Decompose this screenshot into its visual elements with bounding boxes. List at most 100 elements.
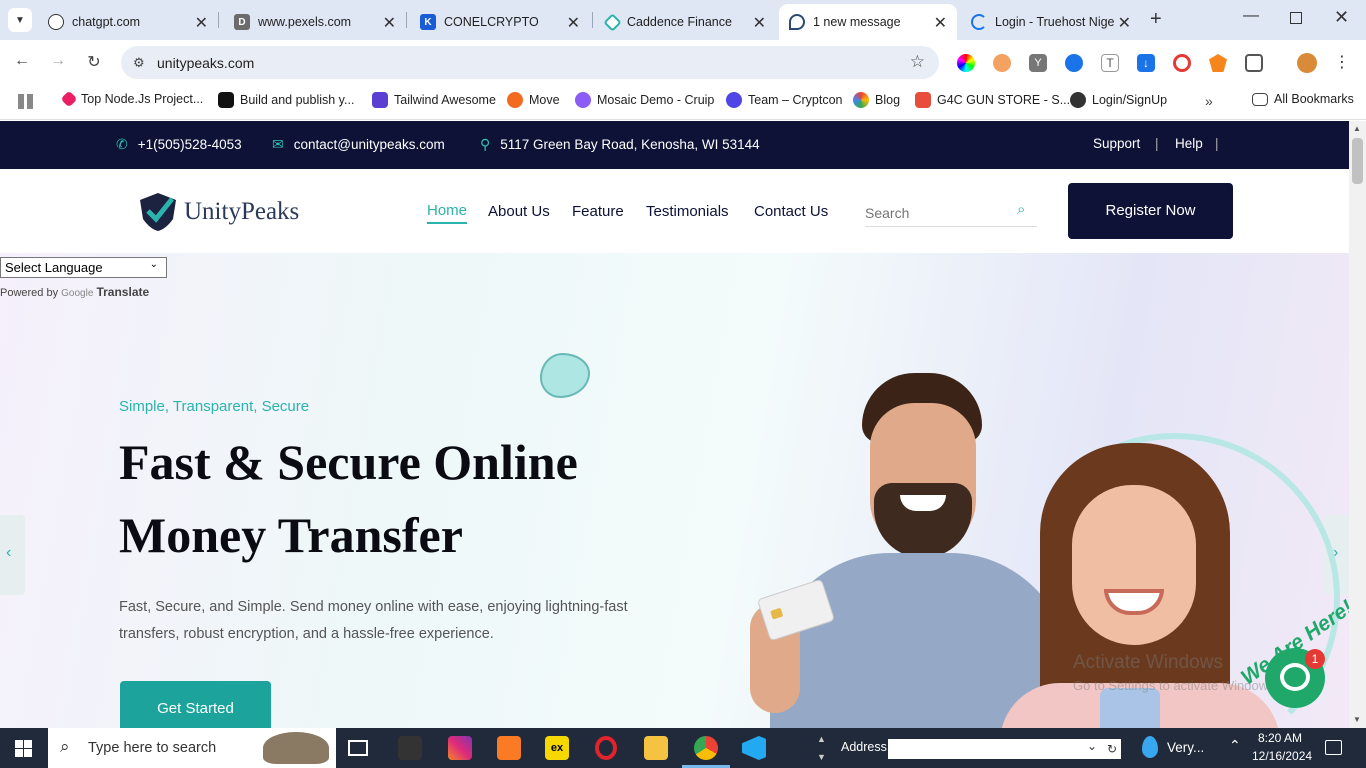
- nav-contact-us[interactable]: Contact Us: [754, 203, 828, 220]
- task-view-icon[interactable]: [348, 740, 368, 756]
- toolbar-scroll-arrows[interactable]: ▲ ▼: [817, 730, 826, 766]
- color-wheel-extension-icon[interactable]: [957, 54, 975, 72]
- tab-search-button[interactable]: ▼: [8, 8, 32, 32]
- y-extension-icon[interactable]: Y: [1029, 54, 1047, 72]
- taskbar-search-box[interactable]: ⌕ Type here to search: [48, 728, 336, 768]
- scrollbar-thumb[interactable]: [1352, 138, 1363, 184]
- close-icon[interactable]: ✕: [1118, 13, 1131, 33]
- phone-contact[interactable]: ✆ +1(505)528-4053: [116, 136, 242, 153]
- tab-chatgpt[interactable]: chatgpt.com ✕: [38, 4, 218, 40]
- support-link[interactable]: Support: [1093, 136, 1140, 151]
- profile-avatar[interactable]: [1297, 53, 1317, 73]
- folder-icon: [1252, 92, 1268, 106]
- chrome-icon[interactable]: [694, 736, 718, 760]
- vscode-icon[interactable]: [742, 736, 766, 760]
- taskbar-date[interactable]: 12/16/2024: [1252, 749, 1312, 763]
- cloud-download-extension-icon[interactable]: [1065, 54, 1083, 72]
- weather-drop-icon[interactable]: [1142, 736, 1158, 758]
- powered-by-google-translate: Powered by Google Translate: [0, 285, 150, 299]
- xampp-icon[interactable]: [497, 736, 521, 760]
- nav-home[interactable]: Home: [427, 202, 468, 224]
- separator: |: [1215, 136, 1219, 151]
- windows-start-icon[interactable]: [15, 740, 32, 757]
- taskbar-time[interactable]: 8:20 AM: [1258, 731, 1302, 745]
- chevron-up-icon[interactable]: ⌃: [1229, 737, 1241, 754]
- apps-grid-icon[interactable]: [18, 94, 33, 109]
- minimize-button[interactable]: —: [1243, 7, 1259, 25]
- conelcrypto-icon: K: [420, 14, 436, 30]
- nav-testimonials[interactable]: Testimonials: [646, 203, 729, 220]
- extensions-puzzle-icon[interactable]: [1245, 54, 1263, 72]
- shield-check-logo-icon: [140, 193, 176, 231]
- weather-text[interactable]: Very...: [1167, 740, 1204, 755]
- new-tab-button[interactable]: +: [1150, 8, 1162, 31]
- tab-title: Login - Truehost Nige: [995, 15, 1115, 29]
- address-contact: ⚲ 5117 Green Bay Road, Kenosha, WI 53144: [480, 136, 760, 152]
- bookmark-item[interactable]: Mosaic Demo - Cruip: [575, 92, 714, 108]
- page-scrollbar[interactable]: ▲ ▼: [1349, 121, 1366, 728]
- instagram-icon[interactable]: [448, 736, 472, 760]
- bookmark-item[interactable]: Blog: [853, 92, 900, 108]
- hero-title-line1: Fast & Secure Online: [119, 434, 578, 490]
- scroll-down-icon[interactable]: ▼: [1353, 715, 1361, 724]
- refresh-icon[interactable]: ↻: [1103, 739, 1121, 759]
- close-icon[interactable]: ✕: [383, 13, 396, 33]
- close-window-button[interactable]: ✕: [1334, 7, 1349, 28]
- tab-pexels[interactable]: D www.pexels.com ✕: [224, 4, 406, 40]
- register-now-button[interactable]: Register Now: [1068, 183, 1233, 239]
- language-select[interactable]: Select Language ⌄: [0, 257, 167, 278]
- slider-prev-button[interactable]: ‹: [0, 515, 25, 595]
- menu-kebab-icon[interactable]: ⋮: [1334, 52, 1350, 72]
- excel-app-icon[interactable]: ex: [545, 736, 569, 760]
- brand-logo[interactable]: UnityPeaks: [136, 191, 299, 233]
- nav-about-us[interactable]: About Us: [488, 203, 550, 220]
- back-icon[interactable]: ←: [11, 52, 33, 70]
- scroll-up-icon[interactable]: ▲: [1353, 124, 1361, 133]
- tab-unitypeaks-active[interactable]: 1 new message ✕: [779, 4, 957, 40]
- close-icon[interactable]: ✕: [567, 13, 580, 33]
- location-pin-icon: ⚲: [480, 136, 491, 152]
- hero-tagline: Simple, Transparent, Secure: [119, 398, 310, 415]
- search-icon[interactable]: ⌕: [1017, 201, 1025, 218]
- bookmark-item[interactable]: Login/SignUp: [1070, 92, 1167, 108]
- bookmark-item[interactable]: Tailwind Awesome: [372, 92, 496, 108]
- address-bar[interactable]: ⚙ unitypeaks.com ☆: [121, 46, 939, 79]
- site-info-icon[interactable]: ⚙: [133, 55, 145, 71]
- close-icon[interactable]: ✕: [934, 13, 947, 33]
- download-extension-icon[interactable]: ↓: [1137, 54, 1155, 72]
- bookmark-item[interactable]: Move: [507, 92, 560, 108]
- fox-extension-icon[interactable]: [993, 54, 1011, 72]
- bookmark-favicon-icon: [915, 92, 931, 108]
- restore-button[interactable]: [1290, 12, 1302, 24]
- bookmark-star-icon[interactable]: ☆: [910, 52, 925, 72]
- tab-conelcrypto[interactable]: K CONELCRYPTO ✕: [410, 4, 590, 40]
- notification-center-icon[interactable]: [1325, 740, 1342, 755]
- tab-truehost[interactable]: Login - Truehost Nige ✕: [961, 4, 1141, 40]
- close-icon[interactable]: ✕: [195, 13, 208, 33]
- get-started-button[interactable]: Get Started: [120, 681, 271, 728]
- bookmark-item[interactable]: Team – Cryptcon: [726, 92, 842, 108]
- phone-icon: ✆: [116, 136, 128, 152]
- opera-icon[interactable]: [595, 736, 617, 760]
- bookmark-item[interactable]: Build and publish y...: [218, 92, 354, 108]
- more-bookmarks-icon[interactable]: »: [1205, 93, 1213, 109]
- bookmark-favicon-icon: [726, 92, 742, 108]
- address-toolbar-input[interactable]: ⌄: [888, 739, 1103, 759]
- record-extension-icon[interactable]: [1173, 54, 1191, 72]
- search-input[interactable]: [865, 199, 1037, 227]
- email-contact[interactable]: ✉ contact@unitypeaks.com: [272, 136, 445, 153]
- reload-icon[interactable]: ↻: [83, 52, 105, 72]
- tab-caddence[interactable]: Caddence Finance ✕: [596, 4, 776, 40]
- exness-app-icon[interactable]: [398, 736, 422, 760]
- bookmark-item[interactable]: Top Node.Js Project...: [60, 90, 203, 108]
- all-bookmarks-folder[interactable]: All Bookmarks: [1252, 92, 1354, 106]
- bookmark-item[interactable]: G4C GUN STORE - S...: [915, 92, 1070, 108]
- nav-feature[interactable]: Feature: [572, 203, 624, 220]
- woman-face: [1072, 485, 1196, 645]
- forward-icon[interactable]: →: [47, 52, 69, 70]
- separator: |: [1155, 136, 1159, 151]
- help-link[interactable]: Help: [1175, 136, 1203, 151]
- close-icon[interactable]: ✕: [753, 13, 766, 33]
- text-extension-icon[interactable]: T: [1101, 54, 1119, 72]
- file-explorer-icon[interactable]: [644, 736, 668, 760]
